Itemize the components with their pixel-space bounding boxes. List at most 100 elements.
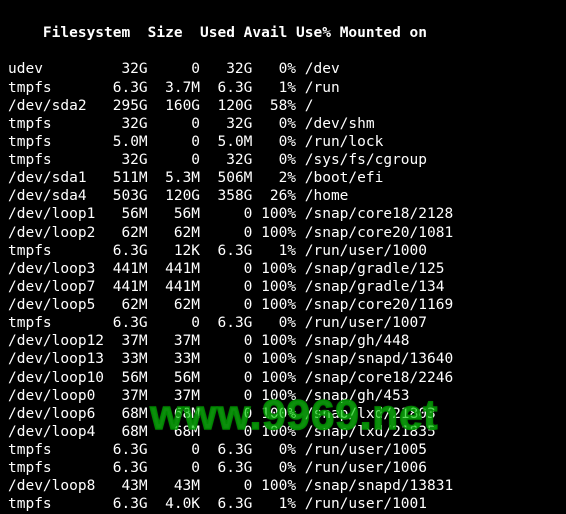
table-row: /dev/loop156M56M0100%/snap/core18/2128 [8, 205, 558, 223]
cell-usepct: 100% [252, 332, 296, 350]
cell-size: 6.3G [104, 441, 148, 459]
cell-size: 511M [104, 169, 148, 187]
table-row: udev32G032G0%/dev [8, 60, 558, 78]
header-size: Size [139, 24, 183, 42]
cell-used: 0 [148, 115, 200, 133]
cell-used: 0 [148, 441, 200, 459]
cell-mounted_on: /snap/gradle/134 [296, 278, 444, 296]
cell-mounted_on: /snap/gradle/125 [296, 260, 444, 278]
header-used: Used [183, 24, 235, 42]
cell-filesystem: /dev/loop2 [8, 224, 104, 242]
table-row: tmpfs32G032G0%/dev/shm [8, 115, 558, 133]
cell-size: 5.0M [104, 133, 148, 151]
cell-used: 3.7M [148, 79, 200, 97]
cell-size: 32G [104, 151, 148, 169]
table-row: tmpfs6.3G3.7M6.3G1%/run [8, 79, 558, 97]
cell-size: 56M [104, 205, 148, 223]
cell-filesystem: tmpfs [8, 115, 104, 133]
cell-avail: 5.0M [200, 133, 252, 151]
cell-usepct: 100% [252, 278, 296, 296]
cell-mounted_on: /run [296, 79, 340, 97]
cell-used: 37M [148, 332, 200, 350]
cell-used: 0 [148, 314, 200, 332]
cell-usepct: 100% [252, 350, 296, 368]
cell-used: 0 [148, 459, 200, 477]
cell-used: 62M [148, 224, 200, 242]
cell-mounted_on: /run/user/1006 [296, 459, 427, 477]
table-row: /dev/loop1237M37M0100%/snap/gh/448 [8, 332, 558, 350]
table-row: /dev/loop262M62M0100%/snap/core20/1081 [8, 224, 558, 242]
cell-filesystem: /dev/sda2 [8, 97, 104, 115]
cell-size: 6.3G [104, 79, 148, 97]
cell-avail: 32G [200, 60, 252, 78]
cell-usepct: 58% [252, 97, 296, 115]
cell-avail: 6.3G [200, 459, 252, 477]
cell-size: 33M [104, 350, 148, 368]
cell-filesystem: /dev/loop12 [8, 332, 104, 350]
cell-used: 68M [148, 423, 200, 441]
cell-used: 0 [148, 60, 200, 78]
cell-usepct: 100% [252, 477, 296, 495]
cell-used: 160G [148, 97, 200, 115]
cell-size: 43M [104, 477, 148, 495]
cell-avail: 0 [200, 224, 252, 242]
cell-filesystem: tmpfs [8, 459, 104, 477]
cell-usepct: 100% [252, 369, 296, 387]
cell-size: 6.3G [104, 495, 148, 513]
table-row: /dev/sda2295G160G120G58%/ [8, 97, 558, 115]
cell-avail: 0 [200, 260, 252, 278]
cell-avail: 0 [200, 350, 252, 368]
cell-used: 43M [148, 477, 200, 495]
cell-mounted_on: /run/lock [296, 133, 383, 151]
cell-filesystem: tmpfs [8, 242, 104, 260]
cell-size: 32G [104, 115, 148, 133]
cell-size: 503G [104, 187, 148, 205]
cell-size: 295G [104, 97, 148, 115]
cell-size: 37M [104, 332, 148, 350]
cell-usepct: 100% [252, 405, 296, 423]
header-filesystem: Filesystem [43, 24, 139, 42]
cell-used: 0 [148, 151, 200, 169]
cell-mounted_on: /snap/lxd/21803 [296, 405, 436, 423]
cell-usepct: 0% [252, 60, 296, 78]
cell-mounted_on: /snap/core18/2246 [296, 369, 453, 387]
cell-used: 120G [148, 187, 200, 205]
cell-avail: 6.3G [200, 242, 252, 260]
cell-mounted_on: /run/user/1001 [296, 495, 427, 513]
table-header-row: FilesystemSizeUsedAvailUse%Mounted on [8, 6, 558, 60]
cell-avail: 6.3G [200, 314, 252, 332]
cell-usepct: 26% [252, 187, 296, 205]
cell-filesystem: /dev/loop3 [8, 260, 104, 278]
cell-mounted_on: /run/user/1007 [296, 314, 427, 332]
table-row: /dev/loop562M62M0100%/snap/core20/1169 [8, 296, 558, 314]
cell-size: 68M [104, 423, 148, 441]
table-row: /dev/loop1056M56M0100%/snap/core18/2246 [8, 369, 558, 387]
table-row: /dev/loop037M37M0100%/snap/gh/453 [8, 387, 558, 405]
cell-size: 37M [104, 387, 148, 405]
cell-size: 62M [104, 224, 148, 242]
cell-filesystem: /dev/loop10 [8, 369, 104, 387]
cell-size: 32G [104, 60, 148, 78]
cell-filesystem: tmpfs [8, 441, 104, 459]
table-row: /dev/loop843M43M0100%/snap/snapd/13831 [8, 477, 558, 495]
cell-usepct: 0% [252, 133, 296, 151]
cell-usepct: 0% [252, 314, 296, 332]
cell-filesystem: /dev/loop0 [8, 387, 104, 405]
cell-mounted_on: /boot/efi [296, 169, 383, 187]
cell-usepct: 100% [252, 296, 296, 314]
cell-mounted_on: /run/user/1005 [296, 441, 427, 459]
cell-filesystem: /dev/loop5 [8, 296, 104, 314]
cell-used: 5.3M [148, 169, 200, 187]
cell-mounted_on: /snap/core18/2128 [296, 205, 453, 223]
cell-filesystem: tmpfs [8, 79, 104, 97]
cell-usepct: 100% [252, 423, 296, 441]
cell-avail: 506M [200, 169, 252, 187]
cell-size: 6.3G [104, 314, 148, 332]
table-row: /dev/loop7441M441M0100%/snap/gradle/134 [8, 278, 558, 296]
cell-avail: 6.3G [200, 495, 252, 513]
cell-filesystem: /dev/loop8 [8, 477, 104, 495]
cell-mounted_on: /snap/gh/448 [296, 332, 409, 350]
table-row: tmpfs6.3G06.3G0%/run/user/1007 [8, 314, 558, 332]
cell-mounted_on: /sys/fs/cgroup [296, 151, 427, 169]
cell-usepct: 2% [252, 169, 296, 187]
